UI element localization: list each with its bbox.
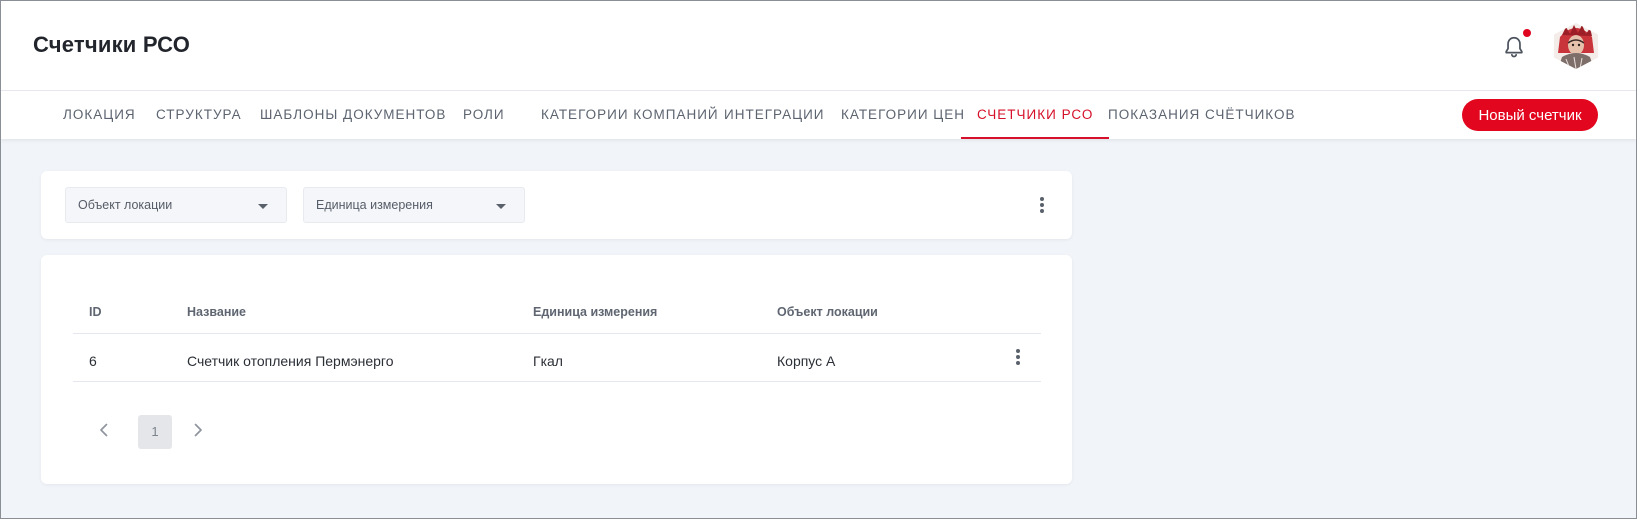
bell-icon[interactable] (1501, 34, 1527, 60)
column-header-location[interactable]: Объект локации (777, 305, 878, 319)
tab-meter-readings[interactable]: ПОКАЗАНИЯ СЧЁТЧИКОВ (1108, 91, 1296, 139)
new-meter-button[interactable]: Новый счетчик (1462, 99, 1598, 131)
more-vertical-icon[interactable] (1032, 195, 1052, 215)
location-object-select-placeholder: Объект локации (78, 198, 173, 212)
page-title: Счетчики РСО (33, 32, 191, 57)
meters-table: ID Название Единица измерения Объект лок… (41, 255, 1072, 484)
caret-down-icon (258, 204, 268, 209)
app-header: Счетчики РСО (1, 1, 1636, 91)
tab-company-categories[interactable]: КАТЕГОРИИ КОМПАНИЙ (541, 91, 719, 139)
unit-select[interactable]: Единица измерения (303, 187, 525, 223)
pagination-page-current[interactable]: 1 (138, 415, 172, 449)
row-divider (73, 381, 1041, 382)
tab-bar: ЛОКАЦИЯ СТРУКТУРА ШАБЛОНЫ ДОКУМЕНТОВ РОЛ… (1, 91, 1636, 139)
header-divider (73, 333, 1041, 334)
location-object-select[interactable]: Объект локации (65, 187, 287, 223)
tab-location[interactable]: ЛОКАЦИЯ (63, 91, 136, 139)
app-window: Счетчики РСО ЛОКАЦИЯ СТРУКТУРА ШАБЛОНЫ Д… (0, 0, 1637, 519)
avatar[interactable] (1554, 23, 1598, 69)
cell-name: Счетчик отопления Пермэнерго (187, 353, 394, 369)
more-vertical-icon[interactable] (1008, 347, 1028, 367)
tab-price-categories[interactable]: КАТЕГОРИИ ЦЕН (841, 91, 965, 139)
column-header-name[interactable]: Название (187, 305, 246, 319)
tab-integrations[interactable]: ИНТЕГРАЦИИ (724, 91, 825, 139)
unit-select-placeholder: Единица измерения (316, 198, 433, 212)
chevron-left-icon[interactable] (94, 420, 114, 440)
caret-down-icon (496, 204, 506, 209)
tab-roles[interactable]: РОЛИ (463, 91, 505, 139)
cell-id: 6 (89, 353, 97, 369)
tab-document-templates[interactable]: ШАБЛОНЫ ДОКУМЕНТОВ (260, 91, 446, 139)
cell-location: Корпус А (777, 353, 836, 369)
column-header-unit[interactable]: Единица измерения (533, 305, 657, 319)
tab-structure[interactable]: СТРУКТУРА (156, 91, 242, 139)
column-header-id[interactable]: ID (89, 305, 102, 319)
cell-unit: Гкал (533, 353, 563, 369)
notification-badge-dot (1523, 29, 1531, 37)
filter-panel: Объект локации Единица измерения (41, 171, 1072, 239)
tab-rso-meters[interactable]: СЧЕТЧИКИ РСО (960, 91, 1110, 139)
chevron-right-icon[interactable] (188, 420, 208, 440)
